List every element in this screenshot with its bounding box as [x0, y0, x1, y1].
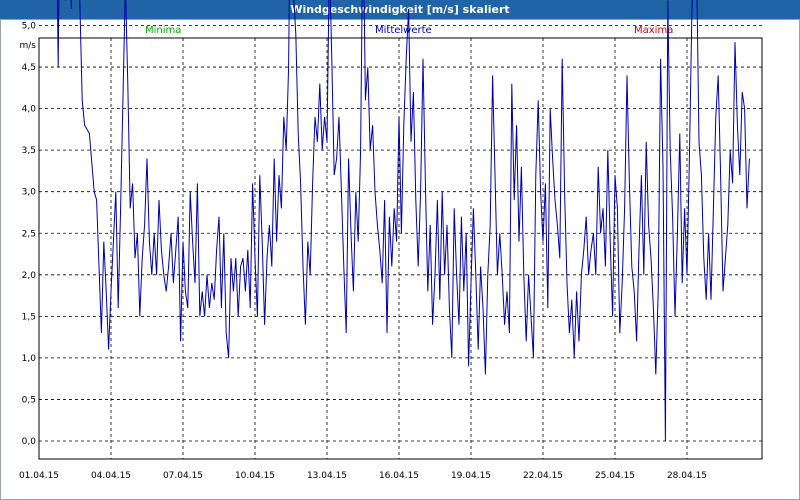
y-tick-label: 5,0	[22, 22, 37, 32]
x-tick-label: 28.04.15	[667, 471, 707, 481]
y-tick-label: 3,5	[22, 146, 36, 156]
y-tick-label: 1,5	[22, 312, 36, 322]
y-tick-label: 1,0	[22, 354, 37, 364]
x-tick-label: 10.04.15	[235, 471, 275, 481]
x-tick-label: 07.04.15	[163, 471, 203, 481]
x-tick-label: 16.04.15	[379, 471, 419, 481]
y-tick-label: 4,5	[22, 63, 36, 73]
y-tick-label: 4,0	[22, 105, 37, 115]
x-tick-label: 01.04.15	[19, 471, 59, 481]
x-tick-label: 25.04.15	[595, 471, 635, 481]
y-tick-label: 2,5	[22, 229, 36, 239]
x-tick-label: 04.04.15	[91, 471, 131, 481]
x-tick-label: 19.04.15	[451, 471, 491, 481]
line-chart: 0,00,51,01,52,02,53,03,54,04,55,05,56,06…	[19, 0, 763, 481]
y-tick-label: 0,0	[22, 437, 37, 447]
y-tick-label: 0,5	[22, 395, 36, 405]
y-axis-label: m/s	[20, 41, 37, 51]
y-tick-label: 2,0	[22, 271, 37, 281]
y-tick-label: 3,0	[22, 188, 37, 198]
x-tick-label: 13.04.15	[307, 471, 347, 481]
x-tick-label: 22.04.15	[523, 471, 563, 481]
plot-area	[38, 37, 763, 460]
